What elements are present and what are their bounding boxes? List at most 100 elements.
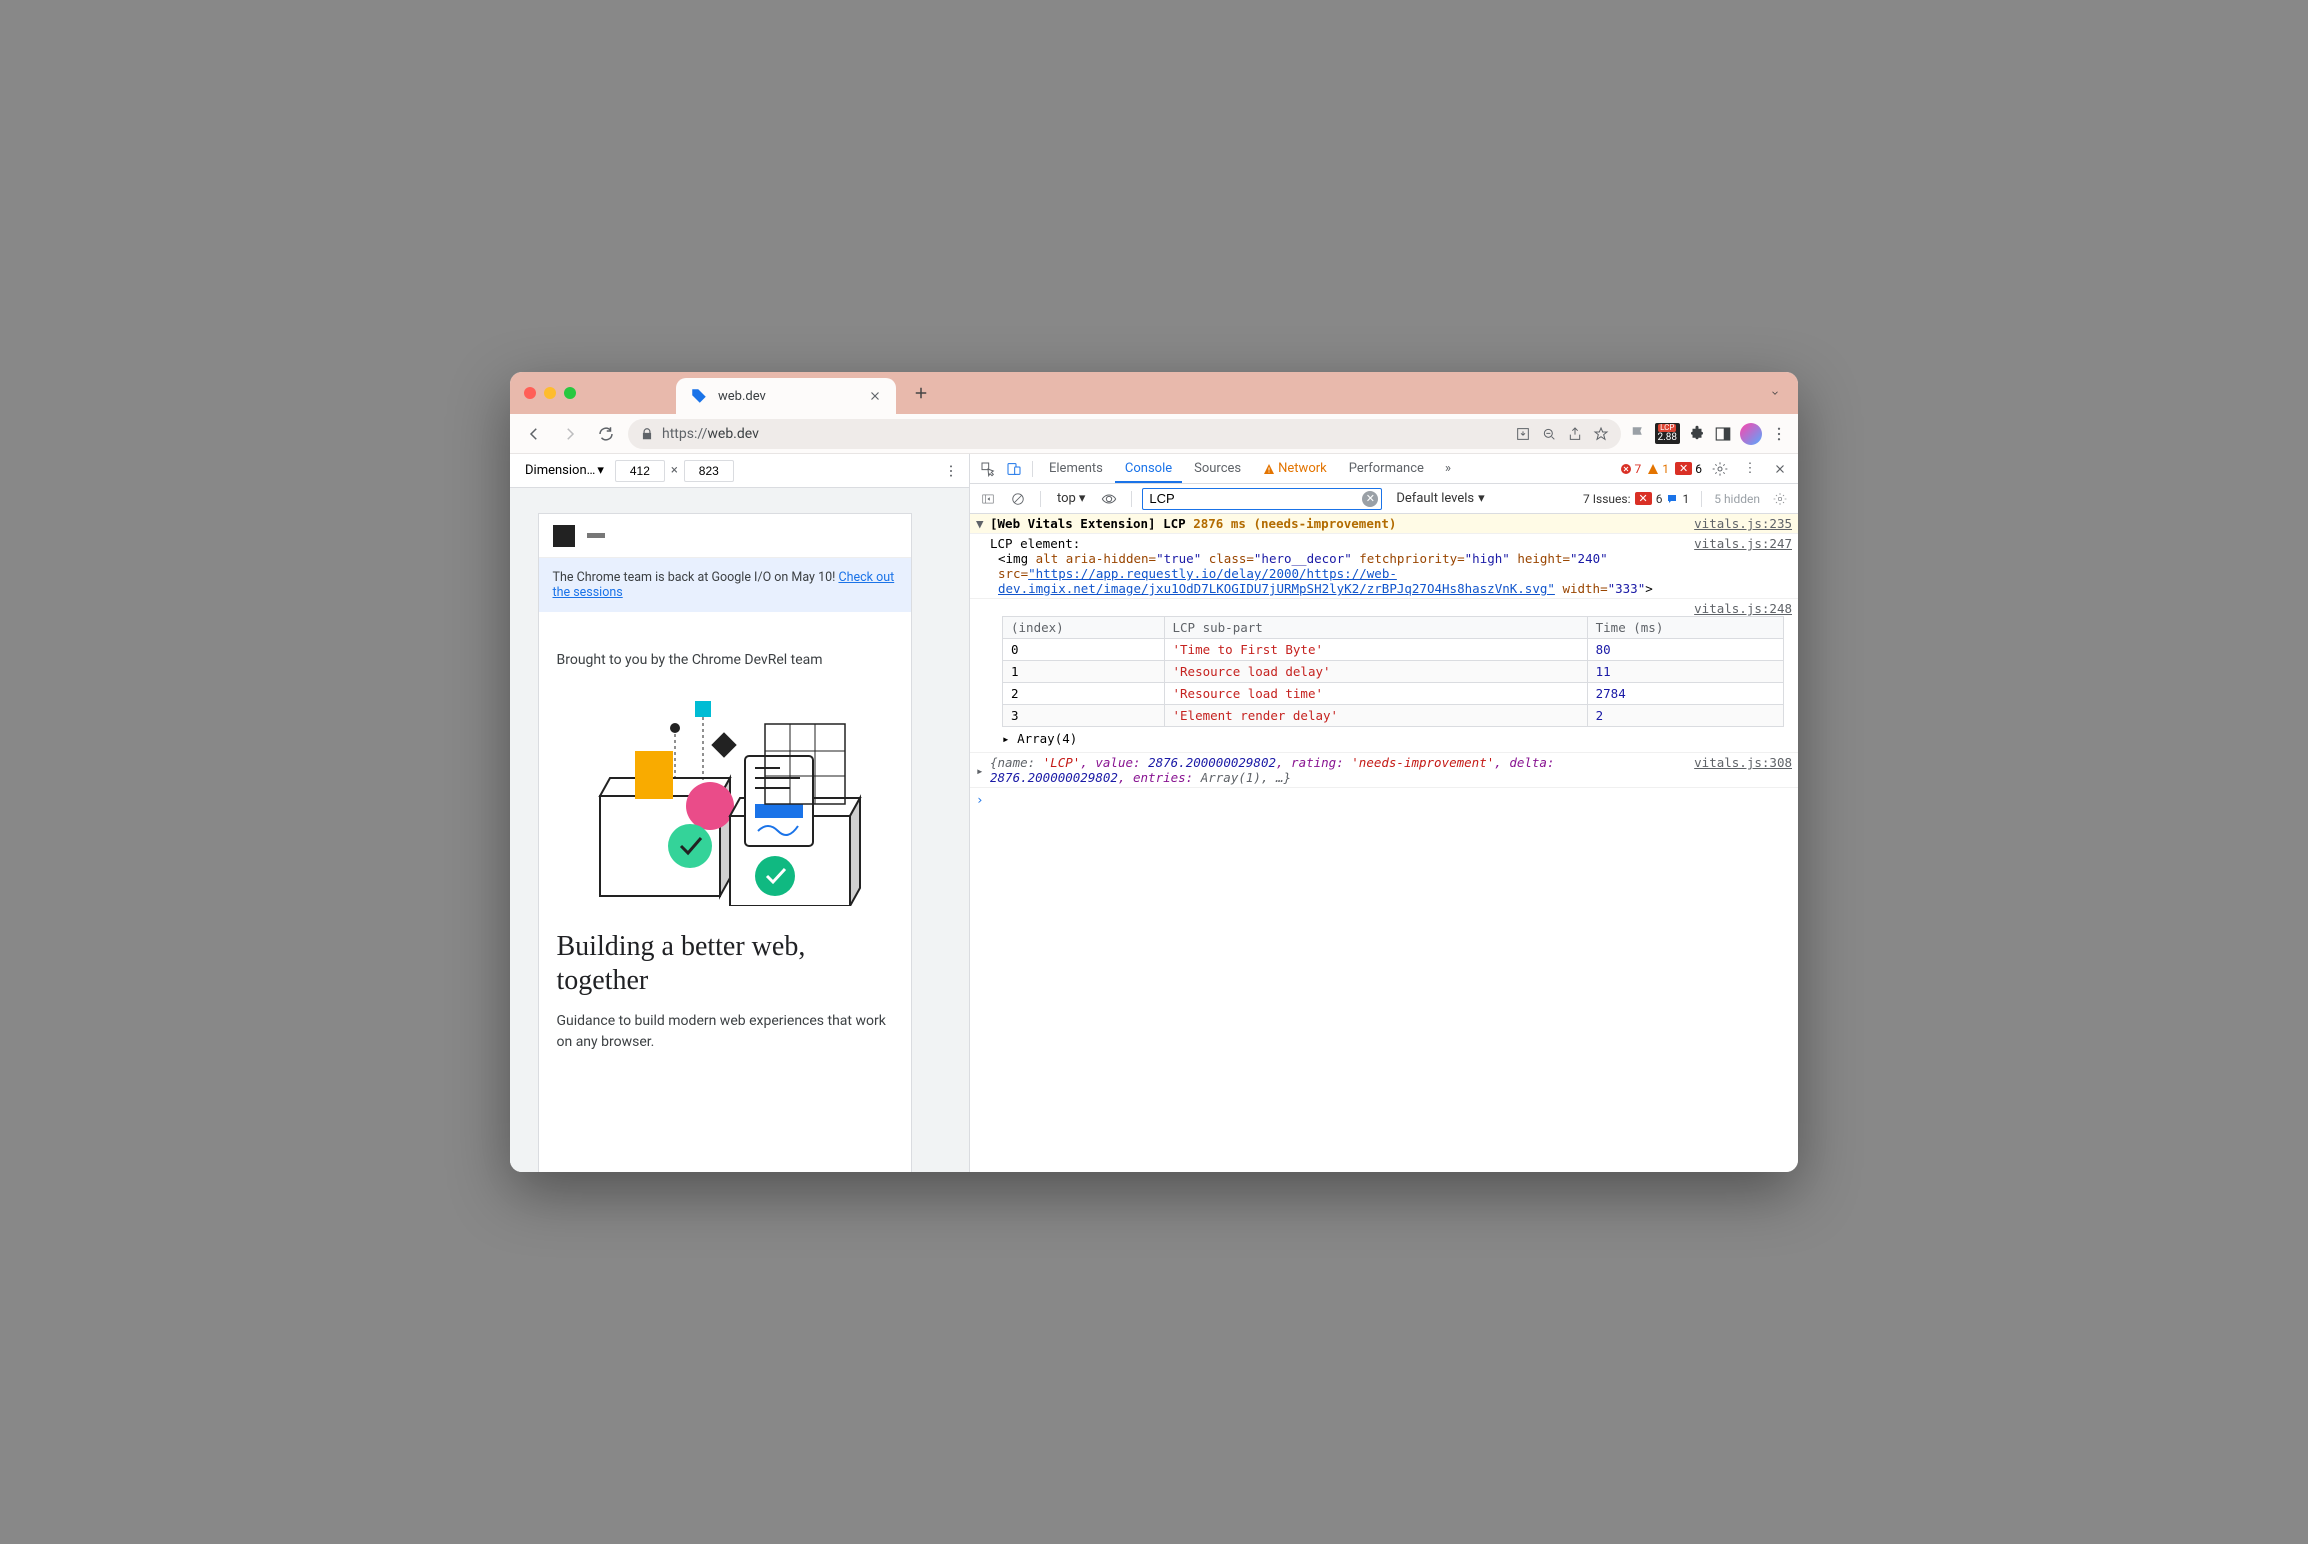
source-link[interactable]: vitals.js:308 — [1686, 755, 1792, 785]
forward-button[interactable] — [556, 420, 584, 448]
brought-by-text: Brought to you by the Chrome DevRel team — [557, 652, 893, 668]
table-row[interactable]: 1'Resource load delay'11 — [1003, 661, 1784, 683]
tab-performance[interactable]: Performance — [1339, 455, 1434, 482]
log-entry: LCP element: <img alt aria-hidden="true"… — [970, 534, 1798, 599]
dimension-preset-select[interactable]: Dimension… ▾ — [520, 460, 609, 481]
minimize-window-button[interactable] — [544, 387, 556, 399]
menu-icon[interactable] — [1770, 425, 1788, 443]
window-controls — [524, 387, 576, 399]
warning-count[interactable]: 1 — [1647, 462, 1669, 476]
zoom-icon[interactable] — [1541, 426, 1557, 442]
bookmark-icon[interactable] — [1593, 426, 1609, 442]
array-expander[interactable]: ▸ Array(4) — [976, 727, 1792, 750]
page-header — [539, 514, 911, 558]
devtools-menu-icon[interactable]: ⋮ — [1738, 457, 1762, 481]
page-logo-icon — [553, 525, 575, 547]
flag-icon[interactable] — [1629, 425, 1647, 443]
error-count[interactable]: 7 — [1620, 462, 1642, 476]
table-header[interactable]: LCP sub-part — [1164, 617, 1587, 639]
preview-wrap: The Chrome team is back at Google I/O on… — [510, 488, 969, 1172]
reload-button[interactable] — [592, 420, 620, 448]
tab-network[interactable]: Network — [1253, 455, 1337, 482]
page-subhead: Guidance to build modern web experiences… — [557, 1011, 893, 1053]
log-label: LCP element: — [990, 536, 1686, 551]
table-header[interactable]: Time (ms) — [1587, 617, 1783, 639]
console-filter-input[interactable] — [1142, 488, 1382, 510]
expand-toggle-icon[interactable]: ▸ — [976, 763, 990, 778]
browser-tab[interactable]: web.dev — [676, 378, 896, 414]
tab-elements[interactable]: Elements — [1039, 455, 1113, 482]
new-tab-button[interactable] — [912, 384, 930, 402]
tab-title: web.dev — [718, 389, 858, 404]
clear-filter-icon[interactable]: ✕ — [1362, 491, 1378, 507]
log-levels-select[interactable]: Default levels ▾ — [1396, 491, 1484, 506]
page-headline: Building a better web, together — [557, 930, 893, 997]
table-header[interactable]: (index) — [1003, 617, 1165, 639]
settings-icon[interactable] — [1708, 457, 1732, 481]
expand-toggle-icon[interactable]: ▼ — [976, 516, 990, 531]
lock-icon — [640, 427, 654, 441]
close-devtools-icon[interactable] — [1768, 457, 1792, 481]
share-icon[interactable] — [1567, 426, 1583, 442]
table-row[interactable]: 0'Time to First Byte'80 — [1003, 639, 1784, 661]
titlebar: web.dev — [510, 372, 1798, 414]
errorbox-count[interactable]: ✕6 — [1675, 462, 1702, 476]
device-more-icon[interactable] — [943, 463, 959, 479]
page-content: Brought to you by the Chrome DevRel team — [539, 612, 911, 1073]
rendered-page: The Chrome team is back at Google I/O on… — [539, 514, 911, 1172]
table-row[interactable]: 2'Resource load time'2784 — [1003, 683, 1784, 705]
toolbar: https://web.dev LCP2.88 — [510, 414, 1798, 454]
more-tabs-icon[interactable]: » — [1436, 457, 1460, 481]
console-toolbar: top ▾ ✕ Default levels ▾ 7 Issues: ✕6 1 … — [970, 484, 1798, 514]
extensions-row: LCP2.88 — [1629, 423, 1789, 445]
install-icon[interactable] — [1515, 426, 1531, 442]
table-row[interactable]: 3'Element render delay'2 — [1003, 705, 1784, 727]
page-logo-text — [587, 533, 605, 538]
console-sidebar-toggle-icon[interactable] — [976, 487, 1000, 511]
close-tab-icon[interactable] — [868, 389, 882, 403]
issues-link[interactable]: 7 Issues: ✕6 1 — [1583, 492, 1689, 506]
device-width-input[interactable] — [615, 460, 665, 482]
source-link[interactable]: vitals.js:235 — [1686, 516, 1792, 531]
hidden-count[interactable]: 5 hidden — [1714, 492, 1760, 506]
dimension-separator: × — [671, 463, 678, 478]
back-button[interactable] — [520, 420, 548, 448]
url-text: https://web.dev — [662, 426, 759, 442]
device-mode-icon[interactable] — [1002, 457, 1026, 481]
close-window-button[interactable] — [524, 387, 536, 399]
maximize-window-button[interactable] — [564, 387, 576, 399]
log-entry: ▼ [Web Vitals Extension] LCP 2876 ms (ne… — [970, 514, 1798, 534]
omnibox[interactable]: https://web.dev — [628, 419, 1621, 449]
log-entry: ▸ {name: 'LCP', value: 2876.200000029802… — [970, 753, 1798, 788]
devtools-panel: Elements Console Sources Network Perform… — [970, 454, 1798, 1172]
main-split: Dimension… ▾ × The Chrome team is back — [510, 454, 1798, 1172]
context-select[interactable]: top ▾ — [1051, 489, 1091, 508]
filter-wrap: ✕ — [1142, 488, 1382, 510]
source-link[interactable]: vitals.js:247 — [1686, 536, 1792, 596]
tab-console[interactable]: Console — [1115, 455, 1182, 483]
device-toolbar: Dimension… ▾ × — [510, 454, 969, 488]
device-preview-panel: Dimension… ▾ × The Chrome team is back — [510, 454, 970, 1172]
inspect-element-icon[interactable] — [976, 457, 1000, 481]
browser-window: web.dev https://web.dev LCP2.88 — [510, 372, 1798, 1172]
clear-console-icon[interactable] — [1006, 487, 1030, 511]
lcp-extension-badge[interactable]: LCP2.88 — [1655, 423, 1681, 444]
log-entry: vitals.js:248 (index) LCP sub-part Time … — [970, 599, 1798, 753]
ruler — [510, 488, 969, 508]
lcp-breakdown-table: (index) LCP sub-part Time (ms) 0'Time to… — [1002, 616, 1784, 727]
tab-sources[interactable]: Sources — [1184, 455, 1251, 482]
src-url-link[interactable]: "https://app.requestly.io/delay/2000/htt… — [998, 566, 1555, 596]
tabs-dropdown-button[interactable] — [1766, 384, 1784, 402]
console-prompt[interactable]: › — [970, 788, 1798, 811]
devtools-tabs: Elements Console Sources Network Perform… — [970, 454, 1798, 484]
hero-illustration — [557, 686, 893, 906]
sidepanel-icon[interactable] — [1714, 425, 1732, 443]
console-settings-icon[interactable] — [1768, 487, 1792, 511]
profile-avatar[interactable] — [1740, 423, 1762, 445]
preview-area: The Chrome team is back at Google I/O on… — [510, 508, 969, 1172]
source-link[interactable]: vitals.js:248 — [1686, 601, 1792, 616]
favicon-icon — [690, 387, 708, 405]
device-height-input[interactable] — [684, 460, 734, 482]
extensions-icon[interactable] — [1688, 425, 1706, 443]
live-expression-icon[interactable] — [1097, 487, 1121, 511]
